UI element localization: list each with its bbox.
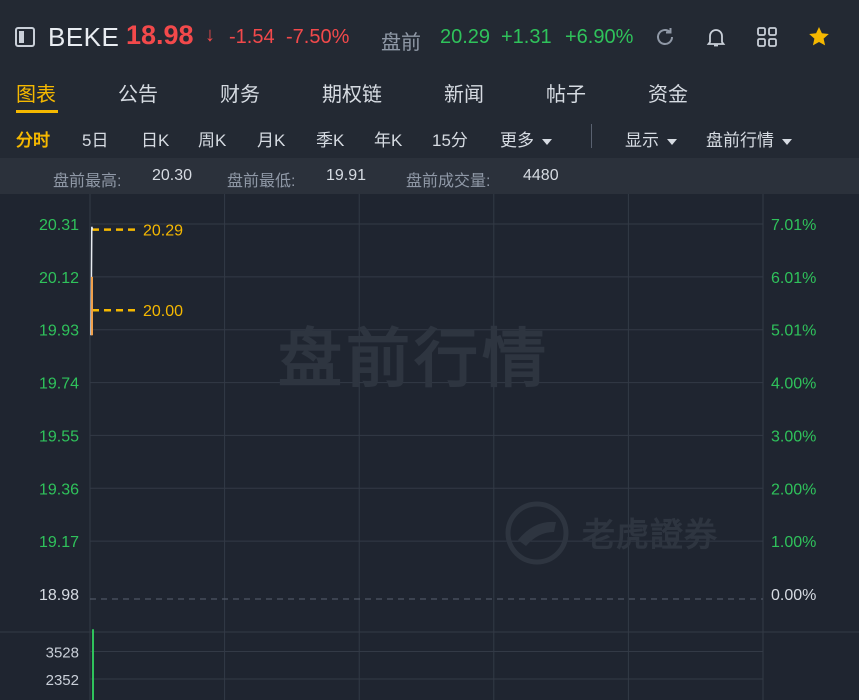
premarket-volume-value: 4480 — [523, 167, 559, 184]
premarket-volume-label: 盘前成交量: — [406, 173, 491, 190]
y-tick-label-right: 2.00% — [771, 481, 816, 498]
star-icon[interactable] — [807, 25, 831, 49]
price-tick-mark — [91, 276, 93, 336]
y-tick-label-right: 7.01% — [771, 217, 816, 234]
price-change-percent: -7.50% — [286, 26, 350, 48]
chevron-down-icon — [782, 138, 792, 145]
volume-bar — [92, 629, 94, 700]
y-tick-label-left: 19.74 — [39, 376, 79, 393]
period-15min[interactable]: 15分 — [432, 126, 468, 151]
period-monthly[interactable]: 月K — [257, 126, 285, 151]
y-tick-label-left: 19.55 — [39, 428, 79, 445]
intraday-chart[interactable]: 20.31 7.01% 20.12 6.01% 19.93 5.01% 19.74 4.00%… — [0, 194, 859, 700]
period-intraday[interactable]: 分时 — [16, 126, 50, 151]
period-selector: 分时 5日 日K 周K 月K 季K 年K 15分 更多 显示 盘前行情 — [0, 114, 859, 158]
down-arrow-icon: ↓ — [205, 24, 215, 46]
period-weekly[interactable]: 周K — [198, 126, 226, 151]
premarket-high-label: 盘前最高: — [53, 173, 122, 190]
ticker-symbol: BEKE — [48, 22, 120, 52]
period-5day[interactable]: 5日 — [82, 126, 108, 151]
tab-capital-flow[interactable]: 资金 — [648, 78, 688, 107]
y-tick-label-right: 6.01% — [771, 270, 816, 287]
active-tab-underline — [16, 110, 58, 113]
quote-header: BEKE 18.98 ↓ -1.54 -7.50% 盘前 20.29 +1.31… — [0, 0, 859, 68]
premarket-label: 盘前 — [381, 32, 421, 54]
display-dropdown[interactable]: 显示 — [625, 126, 677, 151]
y-tick-label-right: 5.01% — [771, 323, 816, 340]
volume-tick-label: 2352 — [46, 672, 79, 689]
premarket-high-value: 20.30 — [152, 167, 193, 184]
premarket-low-value: 19.91 — [326, 167, 367, 184]
refresh-icon[interactable] — [654, 26, 676, 48]
tab-chart[interactable]: 图表 — [16, 78, 56, 107]
sidebar-toggle-icon[interactable] — [15, 27, 35, 47]
y-tick-label-right: 4.00% — [771, 376, 816, 393]
price-line-label: 20.00 — [143, 303, 183, 320]
y-tick-label-right: 0.00% — [771, 587, 816, 604]
price-change: -1.54 — [229, 26, 275, 48]
premarket-price: 20.29 — [440, 26, 491, 48]
tab-posts[interactable]: 帖子 — [546, 78, 586, 107]
chart-canvas: 20.31 7.01% 20.12 6.01% 19.93 5.01% 19.74 4.00%… — [0, 194, 859, 700]
more-label: 更多 — [500, 131, 534, 150]
period-divider — [591, 124, 592, 148]
more-periods-dropdown[interactable]: 更多 — [500, 126, 552, 151]
y-tick-label-left: 20.12 — [39, 270, 79, 287]
y-tick-label-left: 19.17 — [39, 534, 79, 551]
y-tick-label-right: 3.00% — [771, 428, 816, 445]
premarket-change: +1.31 — [501, 26, 552, 48]
period-yearly[interactable]: 年K — [374, 126, 402, 151]
main-tabs: 图表 公告 财务 期权链 新闻 帖子 资金 — [0, 68, 859, 114]
premarket-quote-label: 盘前行情 — [706, 131, 774, 150]
period-daily[interactable]: 日K — [141, 126, 169, 151]
premarket-change-percent: +6.90% — [565, 26, 634, 48]
tiger-brokers-logo-text: 老虎證券 — [582, 516, 718, 553]
tab-announcements[interactable]: 公告 — [118, 78, 158, 107]
last-price: 18.98 — [126, 20, 194, 50]
premarket-low-label: 盘前最低: — [227, 173, 296, 190]
chevron-down-icon — [667, 138, 677, 145]
grid-icon[interactable] — [756, 26, 778, 48]
premarket-watermark: 盘前行情 — [278, 323, 550, 395]
display-label: 显示 — [625, 131, 659, 150]
y-tick-label-left: 19.93 — [39, 323, 79, 340]
tab-financials[interactable]: 财务 — [220, 78, 260, 107]
volume-tick-label: 3528 — [46, 645, 79, 662]
tab-options-chain[interactable]: 期权链 — [322, 78, 382, 107]
y-tick-label-left: 18.98 — [39, 587, 79, 604]
tiger-logo-icon — [505, 501, 569, 565]
y-tick-label-left: 20.31 — [39, 217, 79, 234]
y-tick-label-left: 19.36 — [39, 481, 79, 498]
period-quarterly[interactable]: 季K — [316, 126, 344, 151]
chevron-down-icon — [542, 138, 552, 145]
premarket-stats: 盘前最高: 20.30 盘前最低: 19.91 盘前成交量: 4480 — [0, 158, 859, 194]
y-tick-label-right: 1.00% — [771, 534, 816, 551]
price-line-label: 20.29 — [143, 223, 183, 240]
tab-news[interactable]: 新闻 — [444, 78, 484, 107]
bell-icon[interactable] — [705, 26, 727, 48]
premarket-quote-dropdown[interactable]: 盘前行情 — [706, 126, 792, 151]
